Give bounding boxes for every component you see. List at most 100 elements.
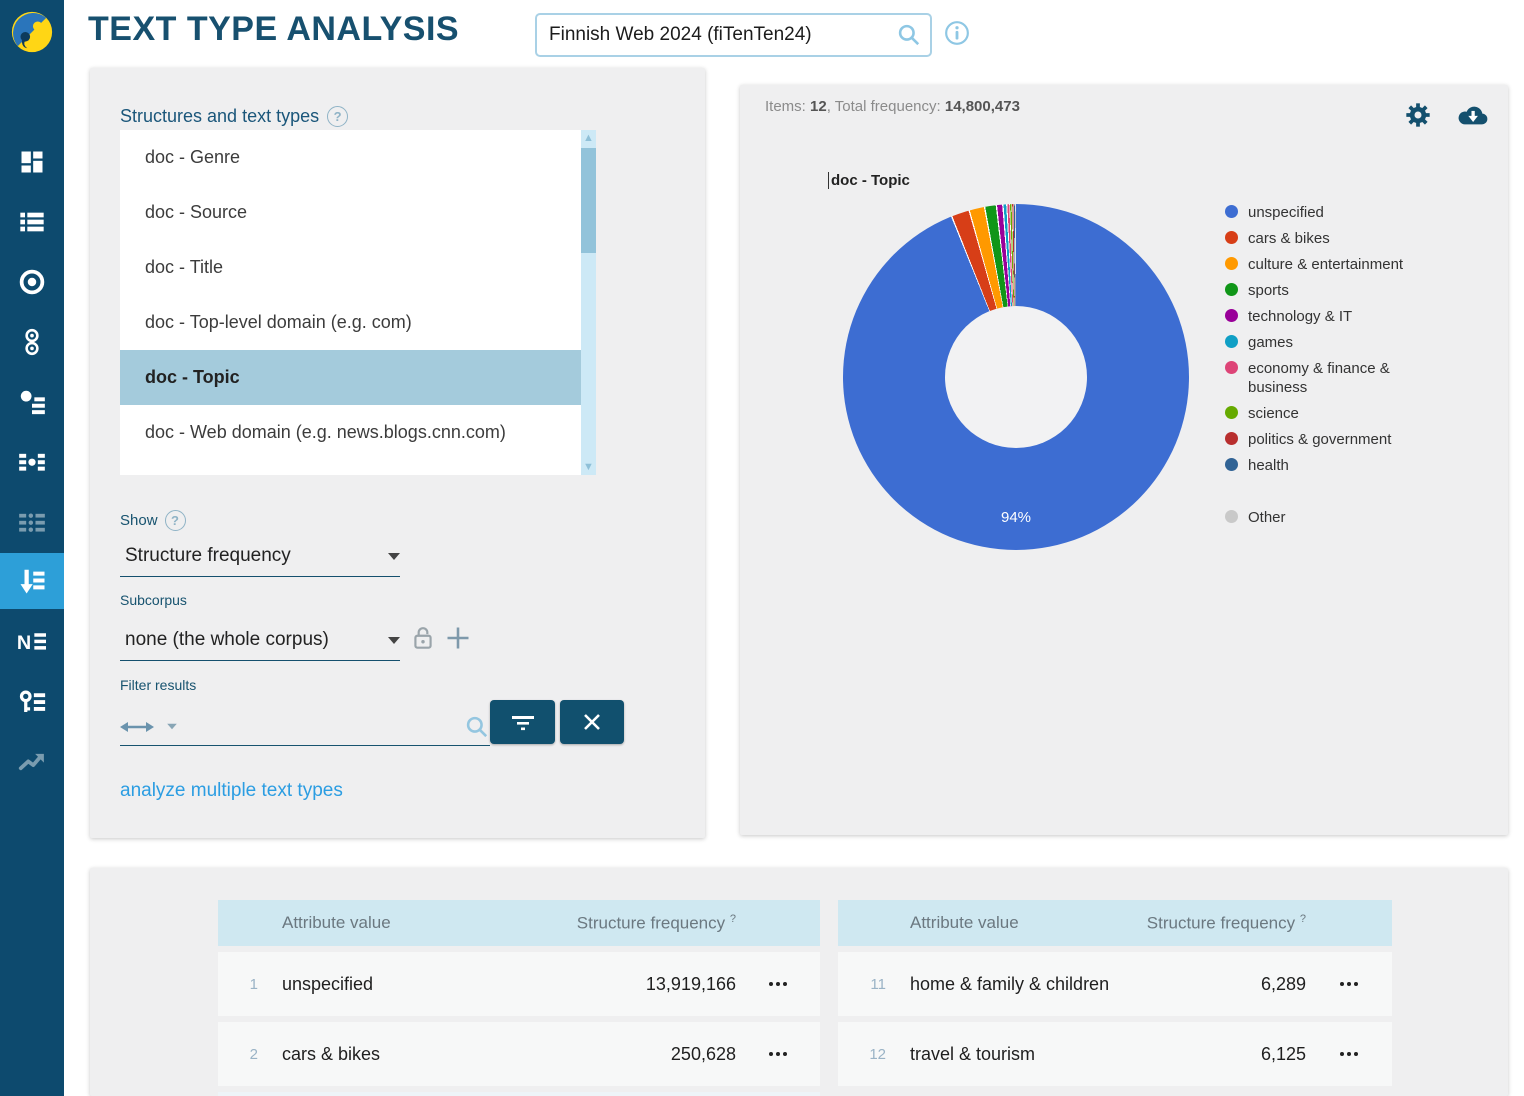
list-item-title[interactable]: doc - Title <box>120 240 581 295</box>
scroll-down-icon[interactable]: ▼ <box>581 459 596 475</box>
total-frequency-label: Total frequency: <box>835 98 941 115</box>
legend-item[interactable]: culture & entertainment <box>1225 255 1425 274</box>
items-value: 12 <box>810 98 827 115</box>
legend-item[interactable]: science <box>1225 404 1425 423</box>
help-icon[interactable]: ? <box>327 106 348 127</box>
chevron-down-icon <box>388 553 400 560</box>
svg-text:N: N <box>17 632 31 654</box>
filter-input[interactable] <box>120 708 490 746</box>
topic-donut-chart[interactable]: 94% <box>843 204 1189 550</box>
sidebar-item-word-sketch-difference[interactable] <box>0 434 64 490</box>
sketch-engine-logo-icon <box>9 9 55 55</box>
show-dropdown-value: Structure frequency <box>120 545 291 567</box>
text-type-listbox: doc - Genre doc - Source doc - Title doc… <box>120 130 596 475</box>
sidebar-item-concordance[interactable] <box>0 254 64 310</box>
sidebar-item-text-type-analysis[interactable] <box>0 553 64 609</box>
corpus-input[interactable] <box>537 24 896 46</box>
subcorpus-label: Subcorpus <box>120 592 187 608</box>
show-label: Show ? <box>120 510 186 531</box>
close-icon <box>582 712 602 732</box>
legend-item[interactable]: games <box>1225 333 1425 352</box>
row-more-icon[interactable] <box>736 982 820 986</box>
row-number: 2 <box>218 1046 262 1063</box>
legend-item-other[interactable]: Other <box>1225 508 1425 527</box>
row-number: 11 <box>838 976 890 993</box>
chart-legend: unspecified cars & bikes culture & enter… <box>1225 203 1425 534</box>
parallel-concordance-icon <box>19 327 45 357</box>
list-scrollbar[interactable]: ▲ ▼ <box>581 130 596 475</box>
info-icon[interactable] <box>944 20 970 46</box>
analyze-multiple-link[interactable]: analyze multiple text types <box>120 780 343 802</box>
frequency-cell: 13,919,166 <box>536 974 736 995</box>
cloud-download-icon[interactable] <box>1456 101 1490 129</box>
list-scroll-thumb[interactable] <box>581 148 596 253</box>
text-type-analysis-page: N TEXT TYPE ANALYSIS Structures and text… <box>0 0 1524 1096</box>
search-icon[interactable] <box>896 22 922 48</box>
chevron-down-icon[interactable] <box>167 724 177 730</box>
attribute-value-cell: home & family & children <box>890 974 1116 995</box>
table-header-row: Attribute value Structure frequency ? <box>838 900 1392 946</box>
list-item-topic[interactable]: doc - Topic <box>120 350 581 405</box>
word-list-icon <box>17 208 47 236</box>
table-header-row: Attribute value Structure frequency ? <box>218 900 820 946</box>
table-row: 1 unspecified 13,919,166 <box>218 952 820 1016</box>
sidebar-item-keywords[interactable] <box>0 674 64 730</box>
apply-filter-button[interactable] <box>490 700 555 744</box>
legend-dot <box>1225 406 1238 419</box>
list-item-source[interactable]: doc - Source <box>120 185 581 240</box>
corpus-selector[interactable] <box>535 13 932 57</box>
page-title: TEXT TYPE ANALYSIS <box>88 10 459 49</box>
legend-dot <box>1225 309 1238 322</box>
legend-item[interactable]: cars & bikes <box>1225 229 1425 248</box>
list-item-genre[interactable]: doc - Genre <box>120 130 581 185</box>
subcorpus-dropdown[interactable]: none (the whole corpus) <box>120 620 400 661</box>
thesaurus-icon <box>17 508 47 536</box>
table-row: 12 travel & tourism 6,125 <box>838 1022 1392 1086</box>
legend-dot <box>1225 205 1238 218</box>
structure-frequency-header: Structure frequency ? <box>536 913 736 934</box>
word-sketch-difference-icon <box>17 448 47 476</box>
dashboard-icon <box>18 148 46 176</box>
width-arrow-icon[interactable] <box>120 716 154 738</box>
legend-item[interactable]: economy & finance & business <box>1225 359 1425 397</box>
list-item-tld[interactable]: doc - Top-level domain (e.g. com) <box>120 295 581 350</box>
legend-item[interactable]: politics & government <box>1225 430 1425 449</box>
legend-item[interactable]: sports <box>1225 281 1425 300</box>
legend-dot <box>1225 335 1238 348</box>
legend-item[interactable]: technology & IT <box>1225 307 1425 326</box>
lock-open-icon[interactable] <box>410 624 436 654</box>
results-panel: Items: 12, Total frequency: 14,800,473 d… <box>740 85 1508 835</box>
keywords-icon <box>17 687 47 717</box>
row-more-icon[interactable] <box>1306 982 1392 986</box>
attribute-value-cell: unspecified <box>262 974 536 995</box>
row-number: 1 <box>218 976 262 993</box>
clear-filter-button[interactable] <box>560 700 624 744</box>
filter-icon <box>510 711 536 733</box>
sidebar-item-thesaurus[interactable] <box>0 494 64 550</box>
sidebar-item-word-list[interactable] <box>0 194 64 250</box>
attribute-value-cell: travel & tourism <box>890 1044 1116 1065</box>
n-grams-icon: N <box>16 628 48 656</box>
sidebar-item-n-grams[interactable]: N <box>0 614 64 670</box>
legend-item[interactable]: unspecified <box>1225 203 1425 222</box>
show-dropdown[interactable]: Structure frequency <box>120 536 400 577</box>
donut-hole <box>945 306 1087 448</box>
row-more-icon[interactable] <box>1306 1052 1392 1056</box>
sidebar-item-parallel-concordance[interactable] <box>0 314 64 370</box>
structures-panel: Structures and text types ? doc - Genre … <box>90 68 705 838</box>
plus-icon[interactable] <box>444 624 472 652</box>
legend-item[interactable]: health <box>1225 456 1425 475</box>
sidebar-item-dashboard[interactable] <box>0 134 64 190</box>
help-icon[interactable]: ? <box>165 510 186 531</box>
sidebar-item-word-sketch[interactable] <box>0 374 64 430</box>
attribute-value-cell: cars & bikes <box>262 1044 536 1065</box>
sketch-engine-logo[interactable] <box>0 0 64 64</box>
scroll-up-icon[interactable]: ▲ <box>581 130 596 146</box>
list-item-webdomain[interactable]: doc - Web domain (e.g. news.blogs.cnn.co… <box>120 405 581 460</box>
donut-percent-label: 94% <box>843 509 1189 526</box>
sidebar-item-trends[interactable] <box>0 734 64 790</box>
trends-icon <box>16 747 48 777</box>
attribute-value-header: Attribute value <box>890 913 1116 933</box>
gear-icon[interactable] <box>1404 101 1432 129</box>
row-more-icon[interactable] <box>736 1052 820 1056</box>
